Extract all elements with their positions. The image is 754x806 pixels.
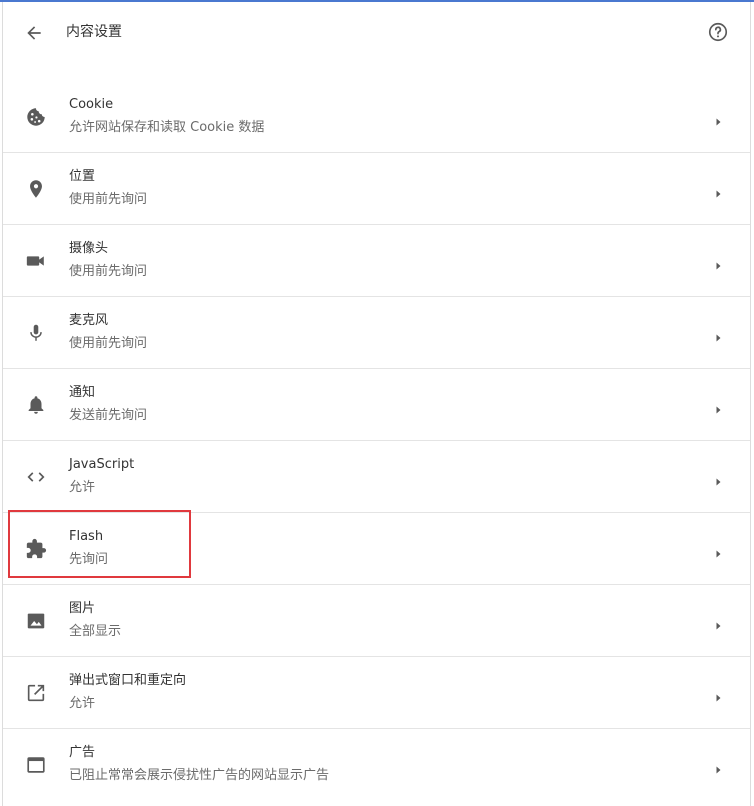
- chevron-right-icon: [713, 112, 723, 126]
- image-icon: [25, 610, 47, 632]
- setting-label: Cookie: [69, 97, 114, 112]
- setting-row-camera[interactable]: 摄像头 使用前先询问: [3, 225, 750, 297]
- setting-row-location[interactable]: 位置 使用前先询问: [3, 153, 750, 225]
- microphone-icon: [25, 322, 47, 344]
- page-header: 内容设置: [3, 2, 750, 62]
- puzzle-piece-icon: [25, 538, 47, 560]
- chevron-right-icon: [713, 184, 723, 198]
- setting-status: 全部显示: [69, 624, 122, 639]
- setting-status: 允许: [69, 480, 96, 495]
- setting-label: Flash: [69, 529, 104, 544]
- setting-status: 允许: [69, 696, 96, 711]
- bell-icon: [25, 394, 47, 416]
- setting-label: 图片: [69, 601, 96, 616]
- setting-status: 发送前先询问: [69, 408, 148, 423]
- setting-status: 先询问: [69, 552, 109, 567]
- help-circle-icon[interactable]: [707, 21, 729, 43]
- cookie-icon: [25, 106, 47, 128]
- chevron-right-icon: [713, 544, 723, 558]
- setting-row-javascript[interactable]: JavaScript 允许: [3, 441, 750, 513]
- chevron-right-icon: [713, 256, 723, 270]
- setting-row-ads[interactable]: 广告 已阻止常常会展示侵扰性广告的网站显示广告: [3, 729, 750, 800]
- chevron-right-icon: [713, 688, 723, 702]
- setting-row-cookie[interactable]: Cookie 允许网站保存和读取 Cookie 数据: [3, 81, 750, 153]
- chevron-right-icon: [713, 328, 723, 342]
- setting-label: 通知: [69, 385, 96, 400]
- setting-label: 麦克风: [69, 313, 109, 328]
- chevron-right-icon: [713, 472, 723, 486]
- settings-list: Cookie 允许网站保存和读取 Cookie 数据 位置 使用前先询问 摄像头…: [3, 81, 750, 800]
- arrow-left-icon[interactable]: [24, 23, 44, 43]
- setting-row-notifications[interactable]: 通知 发送前先询问: [3, 369, 750, 441]
- setting-label: JavaScript: [69, 457, 135, 472]
- chevron-right-icon: [713, 400, 723, 414]
- page-title: 内容设置: [66, 24, 122, 40]
- setting-status: 已阻止常常会展示侵扰性广告的网站显示广告: [69, 768, 330, 783]
- setting-label: 广告: [69, 745, 96, 760]
- setting-status: 使用前先询问: [69, 192, 148, 207]
- setting-label: 位置: [69, 169, 96, 184]
- camera-icon: [25, 250, 47, 272]
- setting-label: 弹出式窗口和重定向: [69, 673, 187, 688]
- setting-row-flash[interactable]: Flash 先询问: [3, 513, 750, 585]
- location-pin-icon: [25, 178, 47, 200]
- chevron-right-icon: [713, 760, 723, 774]
- open-in-new-icon: [25, 682, 47, 704]
- setting-row-popups[interactable]: 弹出式窗口和重定向 允许: [3, 657, 750, 729]
- setting-label: 摄像头: [69, 241, 109, 256]
- setting-row-microphone[interactable]: 麦克风 使用前先询问: [3, 297, 750, 369]
- content-settings-page: 内容设置 Cookie 允许网站保存和读取 Cookie 数据 位置 使用前先询…: [2, 2, 751, 806]
- setting-status: 允许网站保存和读取 Cookie 数据: [69, 120, 265, 135]
- code-icon: [25, 466, 47, 488]
- chevron-right-icon: [713, 616, 723, 630]
- ad-window-icon: [25, 754, 47, 776]
- setting-row-images[interactable]: 图片 全部显示: [3, 585, 750, 657]
- setting-status: 使用前先询问: [69, 264, 148, 279]
- setting-status: 使用前先询问: [69, 336, 148, 351]
